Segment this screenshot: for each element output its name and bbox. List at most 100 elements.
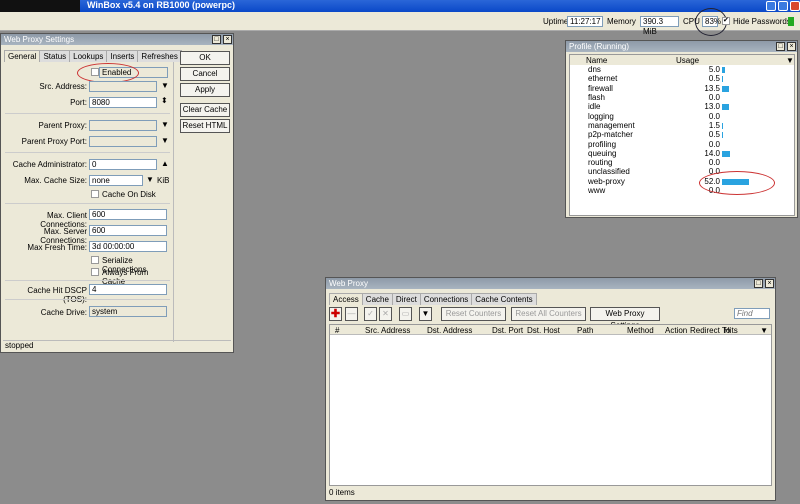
profile-row[interactable]: firewall 13.5 bbox=[570, 84, 794, 93]
tab-general[interactable]: General bbox=[4, 50, 41, 62]
tab-cache-contents[interactable]: Cache Contents bbox=[471, 293, 537, 305]
reset-html-button[interactable]: Reset HTML bbox=[180, 119, 230, 133]
row-spacer bbox=[570, 65, 586, 74]
cancel-button[interactable]: Cancel bbox=[180, 67, 230, 81]
window-title-bar: Web Proxy □ × bbox=[326, 278, 775, 289]
web-proxy-settings-button[interactable]: Web Proxy Settings bbox=[590, 307, 660, 330]
column-header[interactable]: Dst. Port bbox=[492, 326, 523, 335]
dropdown-icon[interactable]: ▼ bbox=[146, 175, 154, 184]
column-header[interactable]: # bbox=[335, 326, 339, 335]
app-title: WinBox v5.4 on RB1000 (powerpc) bbox=[87, 0, 235, 10]
row-spacer bbox=[570, 111, 586, 120]
row-spacer bbox=[570, 93, 586, 102]
parent-proxy-port-field[interactable] bbox=[89, 136, 157, 147]
tab-cache[interactable]: Cache bbox=[361, 293, 393, 305]
filter-icon[interactable]: ▼ bbox=[419, 307, 432, 321]
row-spacer bbox=[570, 102, 586, 111]
profile-row[interactable]: idle 13.0 bbox=[570, 102, 794, 111]
hide-passwords-checkbox[interactable]: ✔ bbox=[722, 17, 730, 25]
close-button[interactable] bbox=[790, 1, 800, 11]
row-spacer bbox=[570, 186, 586, 195]
profile-row[interactable]: dns 5.0 bbox=[570, 65, 794, 74]
port-input[interactable]: 8080 bbox=[89, 97, 157, 108]
column-header[interactable]: Method bbox=[627, 326, 654, 335]
profile-row[interactable]: queuing 14.0 bbox=[570, 149, 794, 158]
maximize-icon[interactable]: □ bbox=[776, 42, 785, 51]
usage-value: 0.0 bbox=[708, 93, 720, 103]
minimize-button[interactable] bbox=[766, 1, 776, 11]
maximize-icon[interactable]: □ bbox=[212, 35, 221, 44]
comment-icon[interactable]: ▭ bbox=[399, 307, 412, 321]
disable-icon[interactable]: ✕ bbox=[379, 307, 392, 321]
profile-row[interactable]: profiling 0.0 bbox=[570, 139, 794, 149]
dropdown-icon[interactable]: ▼ bbox=[161, 136, 169, 145]
tab-direct[interactable]: Direct bbox=[391, 293, 421, 305]
divider bbox=[5, 152, 170, 153]
close-icon[interactable]: × bbox=[787, 42, 796, 51]
column-header[interactable]: Action bbox=[665, 326, 687, 335]
profile-row[interactable]: flash 0.0 bbox=[570, 93, 794, 102]
lock-icon bbox=[788, 17, 794, 26]
column-header[interactable]: Dst. Host bbox=[527, 326, 560, 335]
tab-refreshes[interactable]: Refreshes bbox=[137, 50, 182, 62]
close-icon[interactable]: × bbox=[223, 35, 232, 44]
dropdown-icon[interactable]: ▼ bbox=[161, 81, 169, 90]
column-header-name[interactable]: Name bbox=[586, 55, 676, 65]
settings-tabs: General Status Lookups Inserts Refreshes bbox=[4, 50, 182, 62]
dropdown-icon[interactable]: ▼ bbox=[161, 120, 169, 129]
tab-access[interactable]: Access bbox=[329, 293, 363, 305]
profile-name: queuing bbox=[588, 148, 617, 158]
tab-inserts[interactable]: Inserts bbox=[106, 50, 139, 62]
enable-icon[interactable]: ✓ bbox=[364, 307, 377, 321]
profile-name: p2p-matcher bbox=[588, 130, 633, 140]
column-header[interactable]: Hits bbox=[724, 326, 738, 335]
window-title-bar: Profile (Running) □ × bbox=[566, 41, 797, 52]
collapse-icon[interactable]: ▲ bbox=[161, 159, 169, 168]
apply-button[interactable]: Apply bbox=[180, 83, 230, 97]
max-fresh-time-input[interactable]: 3d 00:00:00 bbox=[89, 241, 167, 252]
cache-drive-label: Cache Drive: bbox=[40, 308, 87, 317]
find-input[interactable] bbox=[734, 308, 770, 319]
reset-counters-button[interactable]: Reset Counters bbox=[441, 307, 506, 321]
close-icon[interactable]: × bbox=[765, 279, 774, 288]
column-menu-icon[interactable]: ▼ bbox=[760, 326, 768, 335]
profile-usage: 0.0 bbox=[676, 139, 786, 149]
profile-row[interactable]: p2p-matcher 0.5 bbox=[570, 130, 794, 139]
profile-usage: 0.5 bbox=[676, 130, 786, 139]
add-icon[interactable]: ✚ bbox=[329, 307, 342, 321]
cache-admin-input[interactable]: 0 bbox=[89, 159, 157, 170]
profile-row[interactable]: management 1.5 bbox=[570, 121, 794, 130]
column-header-usage[interactable]: Usage bbox=[676, 55, 786, 65]
src-address-field[interactable] bbox=[89, 81, 157, 92]
dscp-input[interactable]: 4 bbox=[89, 284, 167, 295]
max-cache-size-input[interactable]: none bbox=[89, 175, 143, 186]
remove-icon[interactable]: — bbox=[345, 307, 358, 321]
profile-row[interactable]: logging 0.0 bbox=[570, 111, 794, 121]
parent-proxy-field[interactable] bbox=[89, 120, 157, 131]
usage-bar bbox=[722, 104, 729, 111]
row-spacer bbox=[570, 158, 586, 167]
web-proxy-settings-window: Web Proxy Settings □ × General Status Looku… bbox=[0, 33, 234, 353]
tab-lookups[interactable]: Lookups bbox=[69, 50, 108, 62]
max-server-input[interactable]: 600 bbox=[89, 225, 167, 236]
cache-drive-field: system bbox=[89, 306, 167, 317]
maximize-icon[interactable]: □ bbox=[754, 279, 763, 288]
cache-on-disk-checkbox[interactable] bbox=[91, 190, 99, 198]
max-cache-size-label: Max. Cache Size: bbox=[24, 176, 87, 185]
column-header[interactable]: Src. Address bbox=[365, 326, 410, 335]
column-header[interactable]: Path bbox=[577, 326, 593, 335]
ok-button[interactable]: OK bbox=[180, 51, 230, 65]
reset-all-counters-button[interactable]: Reset All Counters bbox=[511, 307, 586, 321]
serialize-checkbox[interactable] bbox=[91, 256, 99, 264]
spinner-icon[interactable]: ⬍ bbox=[161, 96, 168, 105]
profile-row[interactable]: ethernet 0.5 bbox=[570, 74, 794, 83]
max-client-input[interactable]: 600 bbox=[89, 209, 167, 220]
tab-connections[interactable]: Connections bbox=[419, 293, 473, 305]
profile-row[interactable]: routing 0.0 bbox=[570, 158, 794, 167]
maximize-button[interactable] bbox=[778, 1, 788, 11]
always-from-cache-checkbox[interactable] bbox=[91, 268, 99, 276]
clear-cache-button[interactable]: Clear Cache bbox=[180, 103, 230, 117]
column-header[interactable]: Dst. Address bbox=[427, 326, 472, 335]
column-menu-icon[interactable]: ▼ bbox=[786, 55, 794, 65]
tab-status[interactable]: Status bbox=[39, 50, 71, 62]
